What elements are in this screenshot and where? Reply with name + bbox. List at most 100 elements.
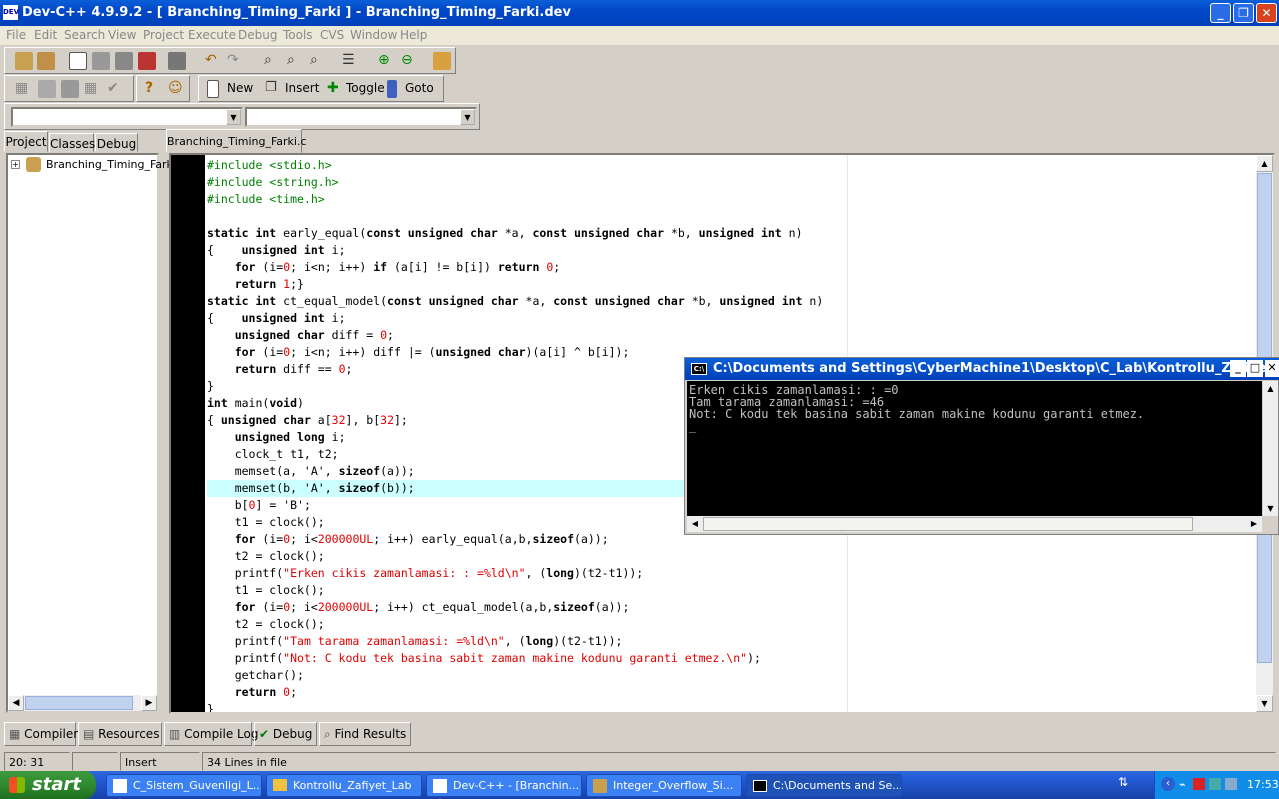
code-line[interactable]: { unsigned int i; — [207, 310, 1257, 327]
menu-tools[interactable]: Tools — [283, 28, 313, 42]
code-line[interactable]: unsigned char diff = 0; — [207, 327, 1257, 344]
help-icon[interactable]: ? — [145, 80, 163, 98]
close-file-icon[interactable] — [138, 52, 156, 70]
minimize-button[interactable]: _ — [1210, 3, 1231, 23]
chevron-down-icon[interactable]: ▼ — [226, 109, 241, 125]
expand-icon[interactable]: + — [11, 160, 20, 169]
task-c-sistem[interactable]: C_Sistem_Guvenligi_L... — [106, 774, 262, 797]
chevron-left-icon[interactable]: ‹ — [1161, 777, 1175, 791]
save-icon[interactable] — [92, 52, 110, 70]
code-line[interactable]: } — [207, 701, 1257, 712]
close-button[interactable]: ✕ — [1256, 3, 1277, 23]
console-title-bar[interactable]: C:\ C:\Documents and Settings\CyberMachi… — [685, 358, 1279, 380]
tray-app-icon[interactable] — [1209, 778, 1221, 790]
print-icon[interactable] — [168, 52, 186, 70]
tree-hscrollbar[interactable]: ◀ ▶ — [8, 695, 157, 711]
code-line[interactable]: printf("Erken cikis zamanlamasi: : =%ld\… — [207, 565, 1257, 582]
member-combo[interactable]: ▼ — [245, 107, 477, 127]
code-line[interactable]: for (i=0; i<n; i++) if (a[i] != b[i]) re… — [207, 259, 1257, 276]
code-line[interactable]: static int early_equal(const unsigned ch… — [207, 225, 1257, 242]
menu-window[interactable]: Window — [350, 28, 397, 42]
task-integer-overflow[interactable]: Integer_Overflow_Si... — [586, 774, 742, 797]
menu-view[interactable]: View — [108, 28, 136, 42]
run-icon[interactable] — [38, 80, 56, 98]
scroll-left-icon[interactable]: ◀ — [687, 516, 703, 532]
restore-button[interactable]: ❐ — [1233, 3, 1254, 23]
tab-find-results[interactable]: ⌕ Find Results — [319, 722, 411, 746]
chevron-down-icon[interactable]: ▼ — [460, 109, 475, 125]
menu-search[interactable]: Search — [64, 28, 105, 42]
start-button[interactable]: start — [0, 771, 96, 799]
console-hscrollbar[interactable]: ◀ ▶ — [687, 516, 1262, 532]
options-icon[interactable] — [433, 52, 451, 70]
code-line[interactable]: #include <time.h> — [207, 191, 1257, 208]
tab-classes[interactable]: Classes — [49, 133, 95, 152]
add-to-project-icon[interactable]: ⊕ — [378, 52, 396, 70]
code-line[interactable] — [207, 208, 1257, 225]
check-icon[interactable]: ✔ — [107, 80, 125, 98]
console-output[interactable]: Erken cikis zamanlamasi: : =0 Tam tarama… — [687, 381, 1262, 516]
console-window[interactable]: C:\ C:\Documents and Settings\CyberMachi… — [684, 357, 1279, 535]
scroll-up-icon[interactable]: ▲ — [1263, 381, 1278, 396]
menu-edit[interactable]: Edit — [34, 28, 57, 42]
code-line[interactable]: static int ct_equal_model(const unsigned… — [207, 293, 1257, 310]
tray-display-icon[interactable] — [1225, 778, 1237, 790]
menu-cvs[interactable]: CVS — [320, 28, 344, 42]
rebuild-icon[interactable]: ▦ — [84, 80, 102, 98]
tab-project[interactable]: Project — [4, 131, 48, 152]
insert-button[interactable]: Insert — [285, 81, 319, 95]
compile-icon[interactable]: ▦ — [15, 80, 33, 98]
code-line[interactable]: for (i=0; i<200000UL; i++) ct_equal_mode… — [207, 599, 1257, 616]
scroll-right-icon[interactable]: ▶ — [1246, 516, 1262, 532]
project-icon[interactable] — [15, 52, 33, 70]
menu-help[interactable]: Help — [400, 28, 427, 42]
about-icon[interactable]: ☺ — [168, 80, 186, 98]
new-button[interactable]: New — [227, 81, 253, 95]
console-close-button[interactable]: ✕ — [1265, 360, 1279, 377]
tab-compiler[interactable]: ▦ Compiler — [4, 722, 78, 746]
code-line[interactable]: t1 = clock(); — [207, 582, 1257, 599]
find-next-icon[interactable]: ⌕ — [310, 52, 328, 70]
save-all-icon[interactable] — [115, 52, 133, 70]
menu-file[interactable]: File — [6, 28, 26, 42]
code-line[interactable]: #include <string.h> — [207, 174, 1257, 191]
scroll-down-icon[interactable]: ▼ — [1256, 695, 1273, 712]
compile-run-icon[interactable] — [61, 80, 79, 98]
menu-project[interactable]: Project — [143, 28, 184, 42]
console-vscrollbar[interactable]: ▲ ▼ — [1263, 381, 1278, 516]
goto-line-icon[interactable]: ☰ — [342, 52, 360, 70]
network-icon[interactable]: ⇅ — [1118, 775, 1128, 789]
menu-debug[interactable]: Debug — [238, 28, 277, 42]
tray-network-icon[interactable]: ⌁ — [1179, 778, 1186, 791]
task-kontrollu[interactable]: Kontrollu_Zafiyet_Lab — [266, 774, 422, 797]
clock[interactable]: 17:53 — [1247, 778, 1279, 791]
find-icon[interactable]: ⌕ — [264, 52, 282, 70]
code-line[interactable]: t2 = clock(); — [207, 616, 1257, 633]
scroll-thumb[interactable] — [703, 517, 1193, 531]
replace-icon[interactable]: ⌕ — [287, 52, 305, 70]
scroll-left-icon[interactable]: ◀ — [8, 695, 24, 711]
goto-button[interactable]: Goto — [405, 81, 434, 95]
scroll-thumb[interactable] — [25, 696, 133, 710]
scroll-down-icon[interactable]: ▼ — [1263, 501, 1278, 516]
code-line[interactable]: { unsigned int i; — [207, 242, 1257, 259]
console-maximize-button[interactable]: □ — [1247, 360, 1263, 377]
task-devcpp[interactable]: Dev-C++ - [Branchin... — [426, 774, 582, 797]
tab-editor-file[interactable]: Branching_Timing_Farki.c — [166, 129, 307, 153]
open-project-icon[interactable] — [37, 52, 55, 70]
code-line[interactable]: return 1;} — [207, 276, 1257, 293]
tab-resources[interactable]: ▤ Resources — [78, 722, 162, 746]
scroll-up-icon[interactable]: ▲ — [1256, 155, 1273, 172]
remove-from-project-icon[interactable]: ⊖ — [401, 52, 419, 70]
tree-item-project[interactable]: Branching_Timing_Fark — [46, 158, 173, 171]
toggle-button[interactable]: Toggle — [346, 81, 385, 95]
code-line[interactable]: printf("Tam tarama zamanlamasi: =%ld\n",… — [207, 633, 1257, 650]
code-line[interactable]: t2 = clock(); — [207, 548, 1257, 565]
task-console[interactable]: C:\Documents and Se... — [746, 774, 902, 797]
code-line[interactable]: printf("Not: C kodu tek basina sabit zam… — [207, 650, 1257, 667]
console-minimize-button[interactable]: _ — [1230, 360, 1246, 377]
code-line[interactable]: return 0; — [207, 684, 1257, 701]
code-line[interactable]: #include <stdio.h> — [207, 157, 1257, 174]
title-bar[interactable]: DEV Dev-C++ 4.9.9.2 - [ Branching_Timing… — [0, 0, 1279, 26]
code-line[interactable]: getchar(); — [207, 667, 1257, 684]
